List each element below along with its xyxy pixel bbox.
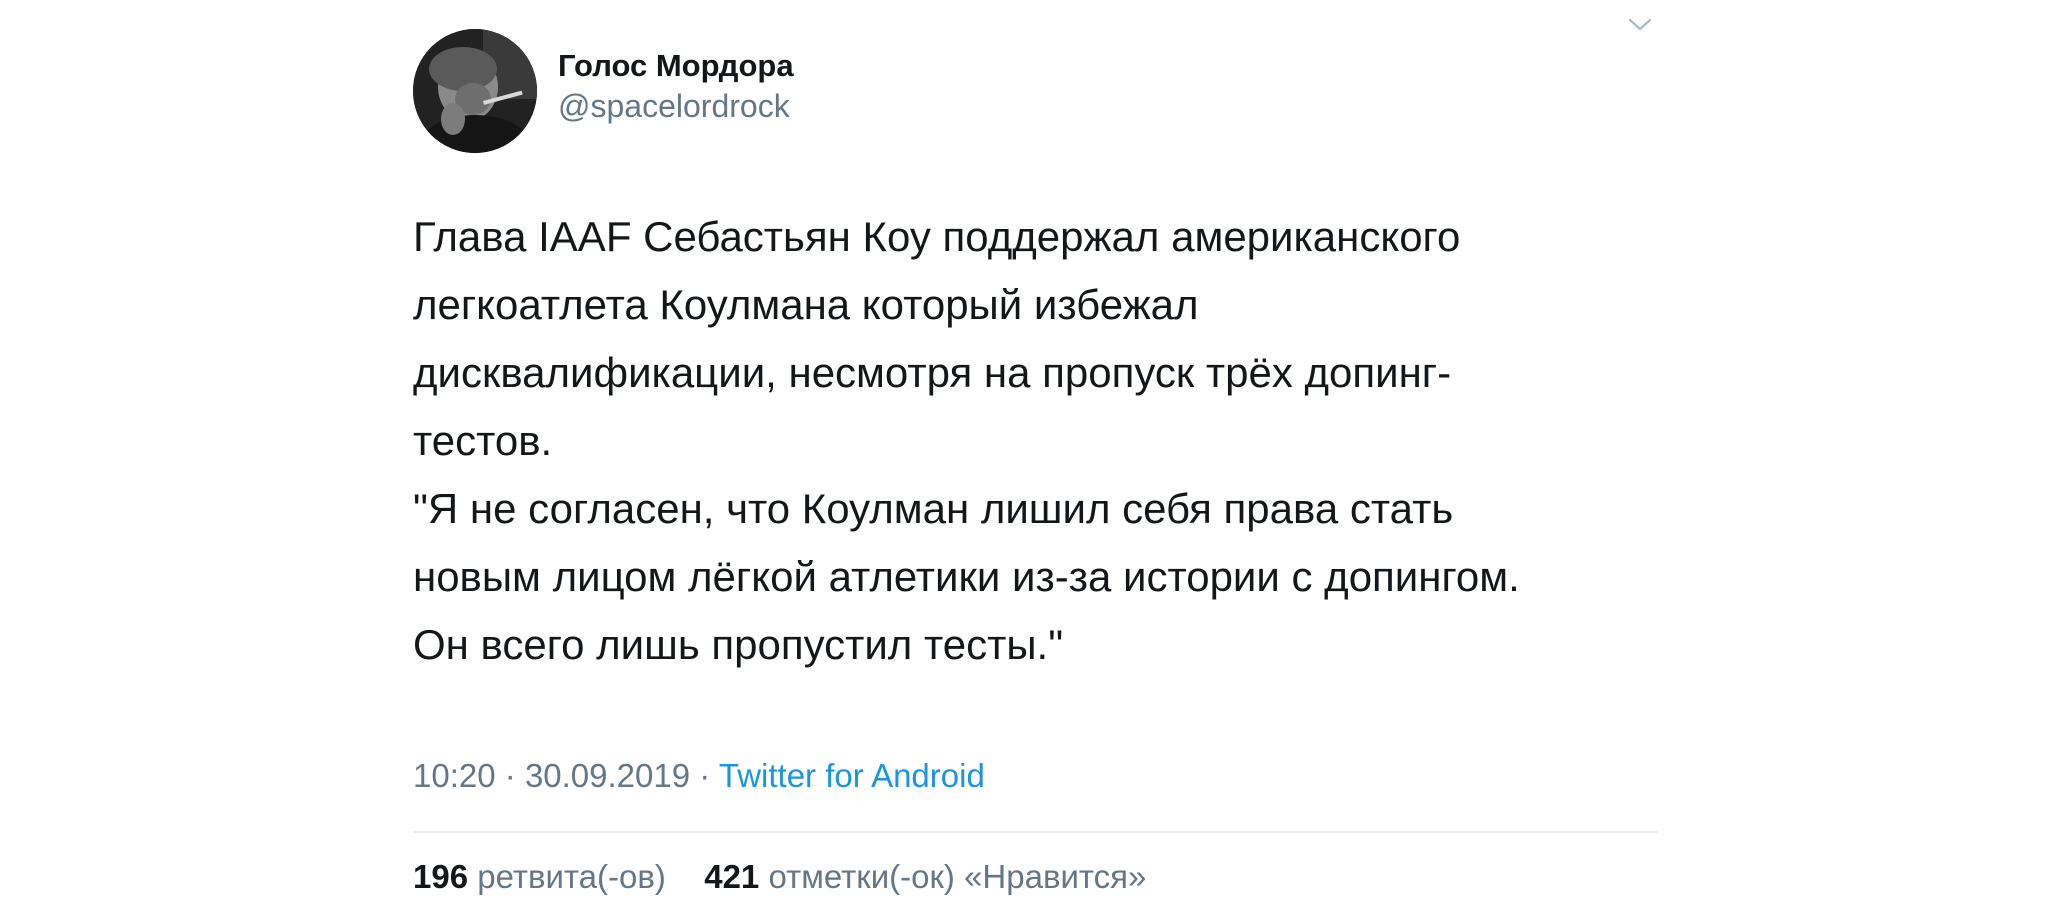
retweets-stat[interactable]: 196 ретвита(-ов) [413,858,675,895]
likes-count: 421 [704,858,760,895]
avatar[interactable] [413,29,537,153]
tweet-meta: 10:20 · 30.09.2019 · Twitter for Android [413,754,985,798]
tweet-date[interactable]: 30.09.2019 [525,757,690,794]
tweet-text-line: Глава IAAF Себастьян Коу поддержал амери… [413,213,1461,260]
meta-separator: · [504,757,516,794]
meta-separator: · [699,757,711,794]
author-handle[interactable]: @spacelordrock [558,86,794,126]
author-info[interactable]: Голос Мордора @spacelordrock [558,46,794,126]
tweet-text: Глава IAAF Себастьян Коу поддержал амери… [413,203,1657,679]
tweet-text-line: "Я не согласен, что Коулман лишил себя п… [413,485,1454,532]
tweet-time[interactable]: 10:20 [413,757,496,794]
retweets-label: ретвита(-ов) [477,858,666,895]
likes-label: отметки(-ок) «Нравится» [768,858,1147,895]
likes-stat[interactable]: 421 отметки(-ок) «Нравится» [704,858,1146,895]
tweet-card: Голос Мордора @spacelordrock Глава IAAF … [413,0,1657,901]
tweet-text-line: тестов. [413,417,553,464]
tweet-text-line: Он всего лишь пропустил тесты." [413,621,1064,668]
chevron-down-icon[interactable] [1627,14,1653,34]
avatar-photo [413,29,537,153]
divider [413,831,1657,833]
tweet-source-link[interactable]: Twitter for Android [719,757,985,794]
tweet-text-line: дисквалификации, несмотря на пропуск трё… [413,349,1452,396]
tweet-stats: 196 ретвита(-ов) 421 отметки(-ок) «Нрави… [413,855,1146,899]
tweet-text-line: новым лицом лёгкой атлетики из-за истори… [413,553,1520,600]
author-display-name[interactable]: Голос Мордора [558,46,794,86]
retweets-count: 196 [413,858,469,895]
tweet-text-line: легкоатлета Коулмана который избежал [413,281,1199,328]
